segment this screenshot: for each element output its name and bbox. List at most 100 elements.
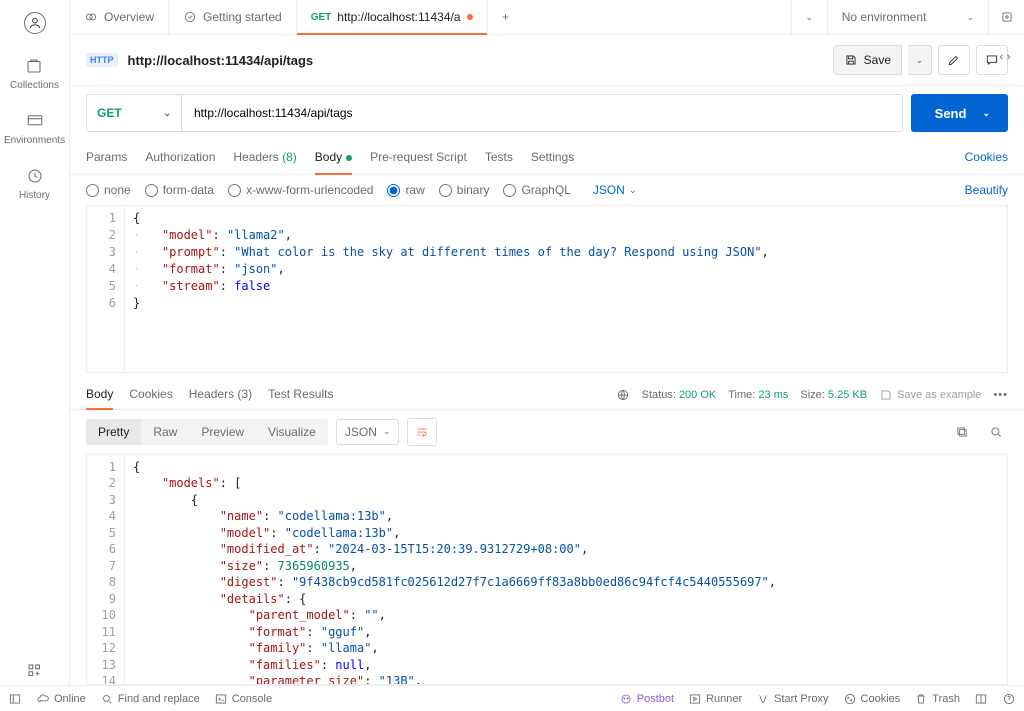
response-view-options: Pretty Raw Preview Visualize JSON⌄ [70,410,1024,454]
time-text: Time: 23 ms [728,389,788,401]
sidebar-label: History [19,190,50,201]
footer-postbot[interactable]: Postbot [619,692,674,706]
environment-selector[interactable]: No environment ⌄ [827,0,988,34]
code-string: "2024-03-15T15:20:39.9312729+08:00" [328,542,581,556]
format-label: JSON [345,425,377,439]
footer-label: Find and replace [118,693,200,705]
code-string: "llama2" [227,228,285,242]
code-area[interactable]: { · "model": "llama2", · "prompt": "What… [125,206,1007,371]
beautify-link[interactable]: Beautify [965,183,1008,197]
footer-online[interactable]: Online [36,692,86,706]
radio-none[interactable]: none [86,183,131,197]
size-text: Size: 5.25 KB [800,389,867,401]
panel-icon [8,692,22,706]
tab-settings[interactable]: Settings [531,140,574,174]
grid-add-icon [25,661,45,681]
footer-trash[interactable]: Trash [914,692,960,706]
chevron-down-icon: ⌄ [805,12,813,23]
view-segment: Pretty Raw Preview Visualize [86,419,328,445]
response-editor[interactable]: 123456789101112131415 { "models": [ { "n… [86,454,1008,685]
save-button[interactable]: Save [833,45,902,75]
tab-params[interactable]: Params [86,140,127,174]
footer-sidebar-toggle[interactable] [8,692,22,706]
view-pretty[interactable]: Pretty [86,419,141,445]
headers-count: (8) [282,150,297,164]
collections-icon [24,56,44,76]
user-avatar[interactable] [24,12,46,34]
method-selector[interactable]: GET ⌄ [86,94,181,132]
view-raw[interactable]: Raw [141,419,189,445]
tab-authorization[interactable]: Authorization [145,140,215,174]
cookies-link[interactable]: Cookies [965,140,1008,174]
more-actions-button[interactable]: ••• [993,389,1008,401]
tab-body[interactable]: Body [315,140,352,174]
code-string: "gguf" [321,625,364,639]
code-snippet-button[interactable] [994,46,1016,71]
request-title[interactable]: http://localhost:11434/api/tags [128,53,314,68]
code-string: "codellama:13b" [285,526,393,540]
radio-graphql[interactable]: GraphQL [503,183,570,197]
new-tab-button[interactable]: + [488,0,524,34]
code-key: "digest" [220,575,278,589]
code-string: "codellama:13b" [278,509,386,523]
environment-quicklook-button[interactable] [988,0,1024,34]
sidebar-item-history[interactable]: History [15,162,54,205]
tab-getting-started[interactable]: Getting started [169,0,297,34]
footer-runner[interactable]: Runner [688,692,742,706]
tab-bar: Overview Getting started GET http://loca… [70,0,1024,35]
resp-tab-headers[interactable]: Headers (3) [189,381,252,409]
code-key: "parameter_size" [249,674,365,685]
save-label: Save [864,53,891,67]
footer-bar: Online Find and replace Console Postbot … [0,685,1024,711]
response-format-selector[interactable]: JSON⌄ [336,419,400,445]
tab-request[interactable]: GET http://localhost:11434/a [297,0,488,34]
send-button[interactable]: Send ⌄ [911,94,1008,132]
radio-form-data[interactable]: form-data [145,183,214,197]
headers-count: (3) [237,387,252,401]
footer-help[interactable] [1002,692,1016,706]
code-null: null [335,658,364,672]
code-area[interactable]: { "models": [ { "name": "codellama:13b",… [125,455,1007,684]
radio-binary[interactable]: binary [439,183,490,197]
format-label: JSON [593,183,625,197]
resp-tab-tests[interactable]: Test Results [268,381,333,409]
code-brace: { [191,493,198,507]
edit-button[interactable] [938,45,970,75]
code-key: "prompt" [162,245,220,259]
radio-xwww[interactable]: x-www-form-urlencoded [228,183,373,197]
footer-two-pane[interactable] [974,692,988,706]
save-as-example-button[interactable]: Save as example [879,388,981,402]
copy-icon [955,425,969,439]
tab-tests[interactable]: Tests [485,140,513,174]
code-string: "What color is the sky at different time… [234,245,761,259]
footer-label: Cookies [861,693,901,705]
url-input[interactable] [181,94,903,132]
wrap-lines-button[interactable] [407,418,437,446]
tab-method: GET [311,12,332,23]
copy-response-button[interactable] [950,420,974,444]
tab-prerequest[interactable]: Pre-request Script [370,140,467,174]
tab-overview[interactable]: Overview [70,0,169,34]
sidebar-more[interactable] [21,657,49,685]
save-dropdown-button[interactable]: ⌄ [908,45,932,75]
sidebar-item-collections[interactable]: Collections [6,52,63,95]
search-response-button[interactable] [984,420,1008,444]
footer-find-replace[interactable]: Find and replace [100,692,200,706]
tab-headers[interactable]: Headers (8) [233,140,296,174]
resp-tab-body[interactable]: Body [86,381,113,409]
footer-cookies[interactable]: Cookies [843,692,901,706]
body-editor[interactable]: 123456 { · "model": "llama2", · "prompt"… [86,205,1008,372]
code-string: "13B" [379,674,415,685]
view-preview[interactable]: Preview [189,419,256,445]
view-visualize[interactable]: Visualize [256,419,328,445]
footer-console[interactable]: Console [214,692,272,706]
raw-format-selector[interactable]: JSON⌄ [593,183,637,197]
sidebar-item-environments[interactable]: Environments [0,107,69,150]
tabs-overflow-button[interactable]: ⌄ [791,0,827,34]
search-icon [989,425,1003,439]
radio-raw[interactable]: raw [387,183,424,197]
footer-start-proxy[interactable]: Start Proxy [756,692,828,706]
code-key: "name" [220,509,263,523]
resp-tab-cookies[interactable]: Cookies [129,381,172,409]
url-row: GET ⌄ Send ⌄ [70,86,1024,140]
